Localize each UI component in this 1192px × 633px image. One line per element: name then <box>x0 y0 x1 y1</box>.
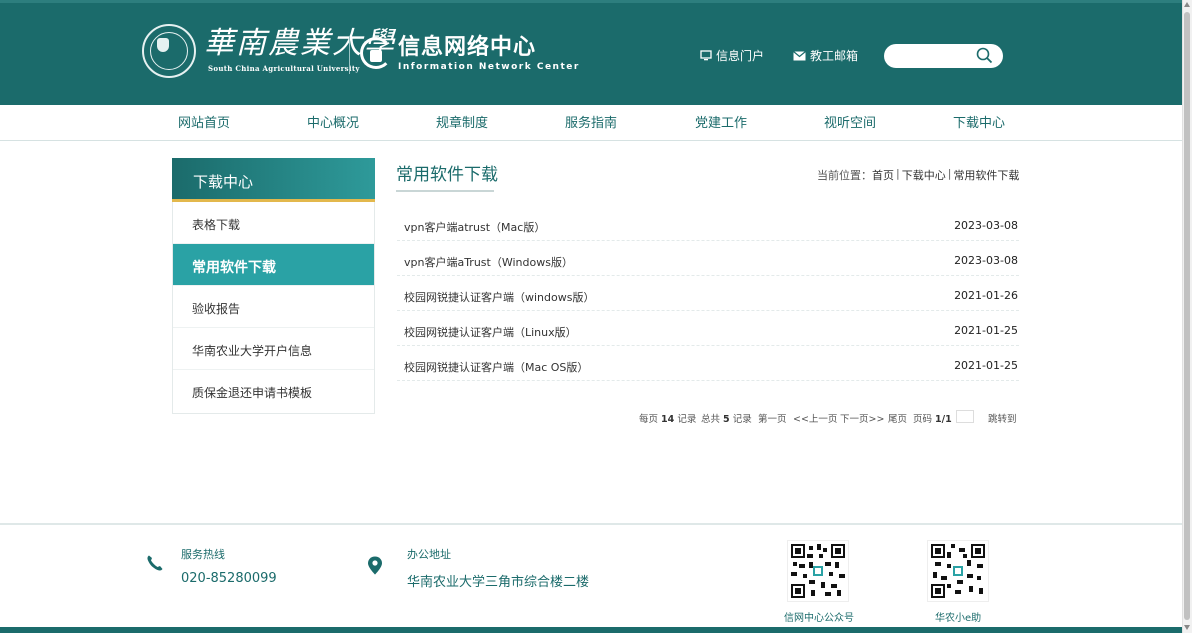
sidebar-menu: 表格下载 常用软件下载 验收报告 华南农业大学开户信息 质保金退还申请书模板 <box>172 202 375 414</box>
list-item-title[interactable]: 校园网锐捷认证客户端（Linux版） <box>404 324 577 340</box>
list-item[interactable]: 校园网锐捷认证客户端（Linux版） 2021-01-25 <box>397 312 1019 346</box>
search-icon[interactable] <box>976 47 993 64</box>
breadcrumb-separator: | <box>896 167 900 180</box>
pager-jump-button[interactable]: 跳转到 <box>988 411 1017 425</box>
location-pin-icon <box>368 556 382 575</box>
nav-item-regulations[interactable]: 规章制度 <box>436 116 488 132</box>
logo-divider <box>349 36 350 74</box>
seal-emblem <box>157 38 169 52</box>
list-item-title[interactable]: vpn客户端atrust（Mac版） <box>404 219 545 235</box>
wechat-qr-code <box>787 540 849 602</box>
university-name-en: South China Agricultural University <box>208 64 360 73</box>
portal-link-label: 信息门户 <box>716 49 765 63</box>
sidebar-item-forms[interactable]: 表格下载 <box>173 202 374 244</box>
scrollbar-thumb[interactable] <box>1184 12 1190 620</box>
breadcrumb-home[interactable]: 首页 <box>872 167 894 183</box>
list-item-title[interactable]: 校园网锐捷认证客户端（windows版） <box>404 289 594 305</box>
qr-code-icon <box>931 544 985 598</box>
breadcrumb-current[interactable]: 常用软件下载 <box>953 167 1019 183</box>
nav-item-media[interactable]: 视听空间 <box>824 116 876 132</box>
wechat-qr-caption: 信网中心公众号 <box>784 613 854 624</box>
list-item[interactable]: 校园网锐捷认证客户端（Mac OS版） 2021-01-25 <box>397 347 1019 381</box>
mail-link-label: 教工邮箱 <box>810 49 859 63</box>
list-item-date: 2023-03-08 <box>954 254 1018 267</box>
pager-total-suffix: 记录 <box>732 414 752 425</box>
list-item-date: 2021-01-25 <box>954 324 1018 337</box>
phone-icon <box>147 555 163 571</box>
address-label: 办公地址 <box>407 548 451 561</box>
assistant-qr-code <box>927 540 989 602</box>
monitor-icon <box>700 50 712 61</box>
pager-last-link[interactable]: 尾页 <box>888 411 907 425</box>
pager-next-link[interactable]: 下一页>> <box>840 411 884 425</box>
nav-item-home[interactable]: 网站首页 <box>178 116 230 132</box>
pager-page-value: 1/1 <box>935 414 952 425</box>
footer-bottom-bar <box>0 627 1182 633</box>
pager-per-page-value: 14 <box>661 414 675 425</box>
pager-total: 总共 5 记录 <box>701 411 752 425</box>
mail-link[interactable]: 教工邮箱 <box>793 47 858 64</box>
list-item-date: 2021-01-25 <box>954 359 1018 372</box>
list-item[interactable]: vpn客户端aTrust（Windows版） 2023-03-08 <box>397 242 1019 276</box>
mail-icon <box>793 50 806 60</box>
breadcrumb-downloads[interactable]: 下载中心 <box>902 167 946 183</box>
center-name-en: Information Network Center <box>398 62 580 72</box>
nav-item-party-work[interactable]: 党建工作 <box>695 116 747 132</box>
qr-code-icon <box>791 544 845 598</box>
breadcrumb-prefix: 当前位置： <box>817 169 872 182</box>
network-center-logo-mark <box>370 50 382 62</box>
pager-first-link[interactable]: 第一页 <box>758 411 787 425</box>
sidebar-item-deposit-template[interactable]: 质保金退还申请书模板 <box>173 370 374 412</box>
pager-per-page-prefix: 每页 <box>639 414 659 425</box>
pager-per-page-suffix: 记录 <box>677 414 697 425</box>
pager-prev-link[interactable]: <<上一页 <box>793 411 837 425</box>
portal-link[interactable]: 信息门户 <box>700 47 764 64</box>
sidebar-item-acceptance-reports[interactable]: 验收报告 <box>173 286 374 328</box>
header-topline <box>0 0 1182 3</box>
seal-inner-ring <box>150 32 188 70</box>
nav-item-overview[interactable]: 中心概况 <box>307 116 359 132</box>
list-item-date: 2023-03-08 <box>954 219 1018 232</box>
list-item[interactable]: 校园网锐捷认证客户端（windows版） 2021-01-26 <box>397 277 1019 311</box>
breadcrumb-separator: | <box>947 167 952 180</box>
sidebar-item-software[interactable]: 常用软件下载 <box>173 244 374 286</box>
list-item-title[interactable]: vpn客户端aTrust（Windows版） <box>404 254 573 270</box>
scroll-down-arrow-icon[interactable] <box>1184 625 1190 630</box>
pager-per-page: 每页 14 记录 <box>639 411 696 425</box>
nav-item-service-guide[interactable]: 服务指南 <box>565 116 617 132</box>
university-seal-logo[interactable] <box>142 24 196 78</box>
hotline-number: 020-85280099 <box>181 571 277 586</box>
pager-total-prefix: 总共 <box>701 414 721 425</box>
address-text: 华南农业大学三角市综合楼二楼 <box>407 575 590 590</box>
list-item-date: 2021-01-26 <box>954 289 1018 302</box>
pager-total-value: 5 <box>723 414 730 425</box>
search-input[interactable] <box>892 48 972 64</box>
sidebar-title: 下载中心 <box>172 158 375 201</box>
pager-jump-input[interactable] <box>956 410 974 423</box>
pager-page-prefix: 页码 <box>913 414 933 425</box>
page-title-underline <box>396 190 494 192</box>
breadcrumb: 当前位置： 首页 | 下载中心 | 常用软件下载 <box>817 167 1019 183</box>
scroll-up-arrow-icon[interactable] <box>1184 2 1190 7</box>
hotline-label: 服务热线 <box>181 548 225 561</box>
nav-item-downloads[interactable]: 下载中心 <box>953 116 1005 132</box>
list-item-title[interactable]: 校园网锐捷认证客户端（Mac OS版） <box>404 359 588 375</box>
pager-page-info: 页码 1/1 <box>913 411 952 425</box>
site-footer <box>0 523 1182 633</box>
assistant-qr-caption: 华农小e助 <box>935 613 982 624</box>
sidebar-item-account-info[interactable]: 华南农业大学开户信息 <box>173 328 374 370</box>
list-item[interactable]: vpn客户端atrust（Mac版） 2023-03-08 <box>397 207 1019 241</box>
page-title: 常用软件下载 <box>396 165 498 185</box>
center-name-cn: 信息网络中心 <box>398 35 537 60</box>
